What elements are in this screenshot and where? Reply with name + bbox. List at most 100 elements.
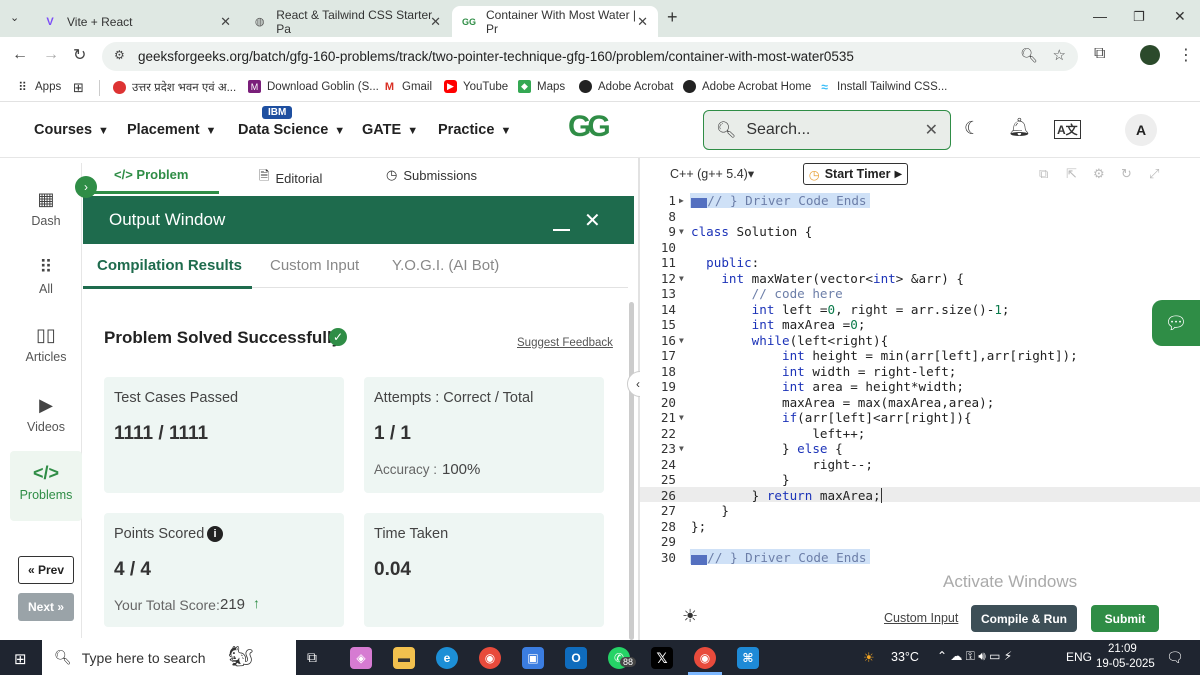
copilot-icon[interactable]: ◈ [350, 647, 372, 669]
output-scrollbar[interactable] [629, 302, 634, 640]
next-problem-button[interactable]: Next » [18, 593, 74, 621]
bookmark-maps[interactable]: ◆ Maps [518, 80, 565, 93]
bookmark-download-goblin[interactable]: M Download Goblin (S... [248, 80, 379, 93]
sidebar-item-problems[interactable]: </> Problems [10, 451, 82, 521]
sidebar-item-articles[interactable]: ▯▯ Articles [10, 325, 82, 364]
dark-mode-moon-icon[interactable]: ☾ [964, 118, 980, 139]
language-select[interactable]: C++ (g++ 5.4)▾ [670, 166, 754, 181]
nav-data-science[interactable]: Data Science ▼ [238, 122, 345, 138]
code-editor[interactable]: 1 ▶ // } Driver Code Ends 8 9 ▼ class So… [640, 190, 1200, 600]
reset-icon[interactable]: ↻ [1121, 166, 1132, 182]
notification-bell-icon[interactable]: 🔔︎ [1008, 117, 1031, 138]
bookmark-youtube[interactable]: ▶ YouTube [444, 80, 508, 93]
reload-icon[interactable]: ↻ [73, 45, 86, 65]
extensions-icon[interactable]: ⧉ [1094, 45, 1105, 63]
minimize-output-icon[interactable] [553, 229, 570, 231]
light-bulb-icon[interactable]: ☀ [682, 606, 698, 627]
store-icon[interactable]: ▣ [522, 647, 544, 669]
clear-search-icon[interactable]: ✕ [925, 120, 938, 140]
clock-time[interactable]: 21:09 [1108, 643, 1137, 655]
nav-courses[interactable]: Courses ▼ [34, 122, 109, 138]
weather-temp[interactable]: 33°C [891, 650, 919, 664]
notification-icon[interactable]: 🗨︎ [1166, 649, 1184, 666]
tab-custom-input[interactable]: Custom Input [270, 257, 359, 274]
fold-arrow-icon[interactable]: ▼ [679, 413, 684, 422]
close-output-icon[interactable]: ✕ [584, 208, 601, 233]
prev-problem-button[interactable]: « Prev [18, 556, 74, 584]
tab-submissions[interactable]: ◷ Submissions [386, 167, 477, 183]
tab-problem[interactable]: </> Problem [114, 167, 188, 182]
profile-avatar[interactable] [1140, 45, 1160, 65]
x-twitter-icon[interactable]: 𝕏 [651, 647, 673, 669]
gfg-logo[interactable]: GG [568, 110, 611, 144]
clock-date[interactable]: 19-05-2025 [1096, 658, 1155, 670]
close-tab-icon[interactable]: ✕ [430, 14, 441, 30]
export-icon[interactable]: ⇱ [1066, 166, 1077, 182]
nav-gate[interactable]: GATE ▼ [362, 122, 418, 138]
chrome-active-icon[interactable]: ◉ [694, 647, 716, 669]
tab-editorial[interactable]: 🗎 Editorial [259, 167, 322, 189]
compile-run-button[interactable]: Compile & Run [971, 605, 1077, 632]
zoom-search-icon[interactable]: 🔍︎ [1020, 47, 1038, 64]
minimize-window-icon[interactable]: — [1093, 8, 1107, 24]
user-avatar[interactable]: A [1125, 114, 1157, 146]
tab-compilation-results[interactable]: Compilation Results [97, 257, 242, 274]
url-field[interactable]: ⚙ geeksforgeeks.org/batch/gfg-160-proble… [102, 42, 1078, 71]
bookmark-install-tailwind[interactable]: ≈ Install Tailwind CSS... [818, 80, 947, 94]
weather-icon[interactable]: ☀ [863, 650, 875, 666]
system-tray-icons[interactable]: ⌃ ☁ ⚿ 🔊︎ ▭ ⚡ [937, 649, 1012, 664]
bookmark-apps[interactable]: ⠿ Apps [16, 80, 61, 94]
custom-input-link[interactable]: Custom Input [884, 611, 958, 625]
fullscreen-icon[interactable]: ⤢ [1149, 166, 1159, 182]
taskbar-search-input[interactable]: 🔍︎ Type here to search 🐿 [42, 640, 296, 675]
vscode-icon[interactable]: ⌘ [737, 647, 759, 669]
submit-button[interactable]: Submit [1091, 605, 1159, 632]
translate-icon[interactable]: A文 [1054, 120, 1081, 139]
nav-practice[interactable]: Practice ▼ [438, 122, 511, 138]
file-explorer-icon[interactable]: ▬ [393, 647, 415, 669]
expand-sidebar-chevron-icon[interactable]: › [75, 176, 97, 198]
bookmark-gmail[interactable]: M Gmail [383, 80, 432, 93]
copy-icon[interactable]: ⧉ [1039, 166, 1048, 182]
bookmark-up-bhawan[interactable]: उत्तर प्रदेश भवन एवं अ... [113, 80, 236, 95]
close-window-icon[interactable]: ✕ [1174, 8, 1186, 25]
tab-list-chevron-icon[interactable]: ⌄ [10, 11, 19, 24]
bookmark-adobe-acrobat[interactable]: Adobe Acrobat [579, 80, 673, 93]
chrome-icon[interactable]: ◉ [479, 647, 501, 669]
tab-groups-icon[interactable]: ⊞ [73, 80, 84, 96]
fold-arrow-icon[interactable]: ▼ [679, 336, 684, 345]
windows-start-icon[interactable]: ⊞ [14, 650, 27, 668]
settings-gear-icon[interactable]: ⚙ [1093, 166, 1105, 182]
restore-window-icon[interactable]: ❐ [1133, 9, 1145, 25]
forward-arrow-icon[interactable]: → [43, 46, 59, 64]
sidebar-item-videos[interactable]: ▶ Videos [10, 395, 82, 434]
browser-tab-container-most-water[interactable]: GG Container With Most Water | Pr ✕ [452, 6, 658, 37]
browser-tab-react-tailwind[interactable]: ◍ React & Tailwind CSS Starter Pa ✕ [243, 6, 451, 37]
nav-placement[interactable]: Placement ▼ [127, 122, 216, 138]
sidebar-item-dash[interactable]: ▦ Dash [10, 189, 82, 228]
fold-arrow-icon[interactable]: ▼ [679, 227, 684, 236]
edge-icon[interactable]: e [436, 647, 458, 669]
info-icon[interactable]: i [207, 526, 223, 542]
outlook-icon[interactable]: O [565, 647, 587, 669]
tab-yogi-ai-bot[interactable]: Y.O.G.I. (AI Bot) [392, 257, 499, 274]
site-search-input[interactable]: 🔍︎ Search... ✕ [703, 110, 951, 150]
fold-arrow-icon[interactable]: ▼ [679, 444, 684, 453]
suggest-feedback-link[interactable]: Suggest Feedback [517, 337, 613, 349]
close-tab-icon[interactable]: ✕ [220, 14, 231, 30]
browser-tab-vite[interactable]: V Vite + React ✕ [33, 6, 241, 37]
task-view-icon[interactable]: ⧉ [307, 649, 317, 666]
browser-menu-icon[interactable]: ⋮ [1178, 45, 1194, 65]
bookmark-adobe-acrobat-home[interactable]: Adobe Acrobat Home [683, 80, 811, 93]
site-info-icon[interactable]: ⚙ [114, 48, 125, 62]
start-timer-button[interactable]: ◷ Start Timer ▶ [803, 163, 908, 185]
chat-support-icon[interactable]: 💬︎ [1152, 300, 1200, 346]
new-tab-button[interactable]: + [667, 7, 678, 28]
bookmark-star-icon[interactable]: ☆ [1053, 46, 1066, 64]
fold-arrow-icon[interactable]: ▶ [679, 196, 684, 205]
close-tab-icon[interactable]: ✕ [637, 14, 648, 30]
language-indicator[interactable]: ENG [1066, 650, 1092, 664]
sidebar-item-all[interactable]: ⠿ All [10, 257, 82, 296]
fold-arrow-icon[interactable]: ▼ [679, 274, 684, 283]
back-arrow-icon[interactable]: ← [12, 46, 28, 64]
